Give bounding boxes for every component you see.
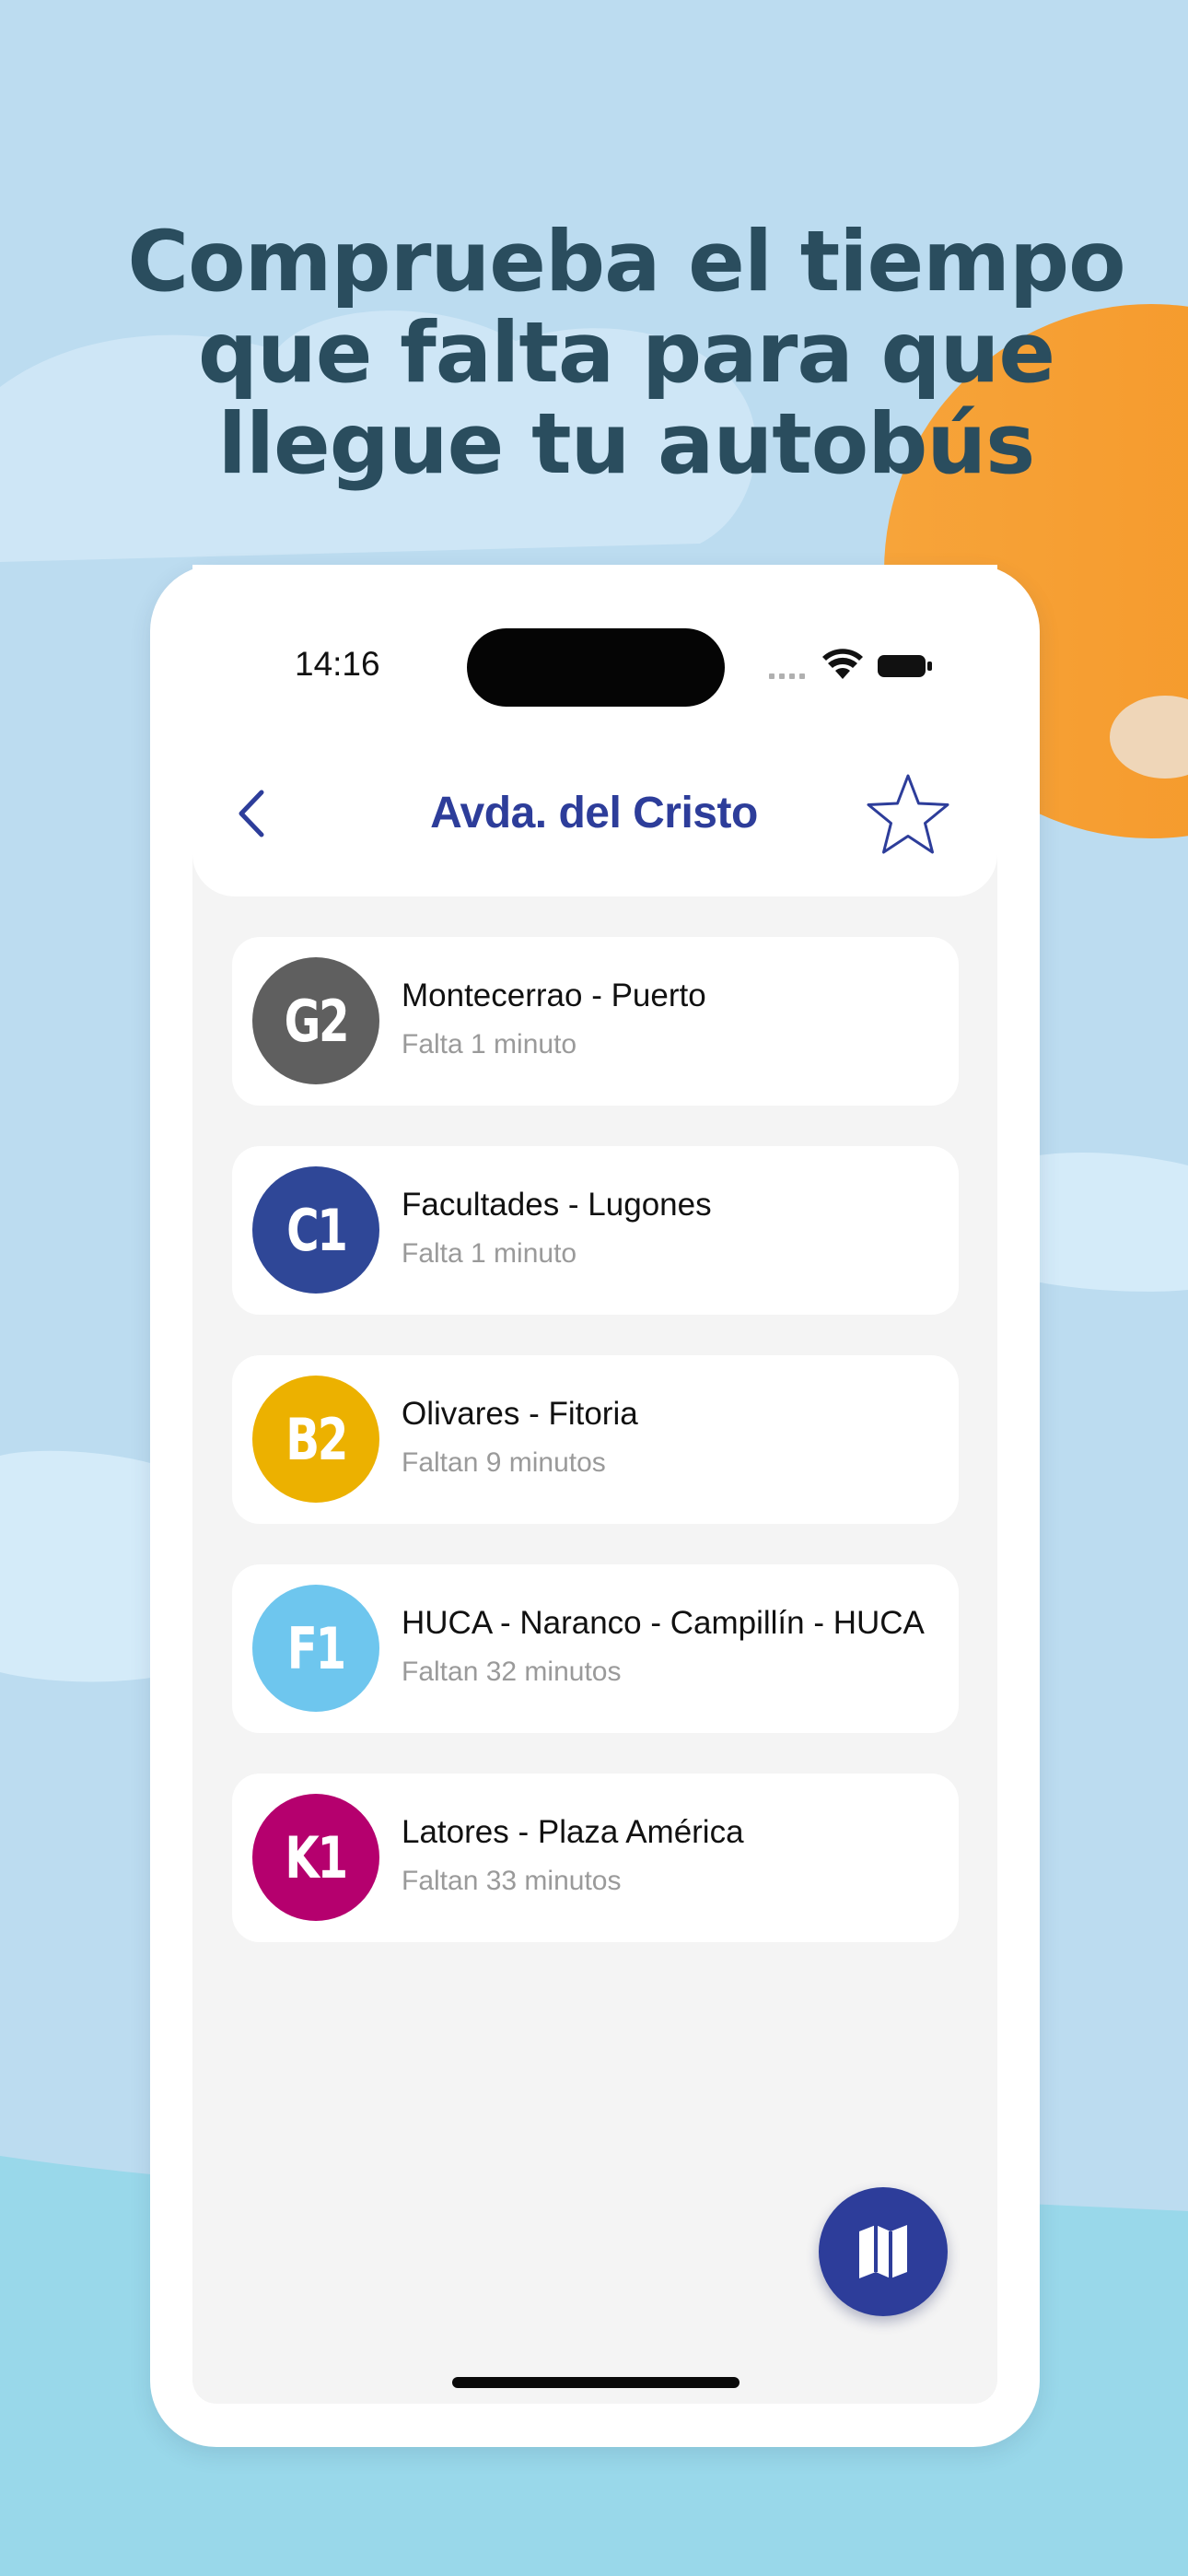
line-card-b2[interactable]: B2 Olivares - Fitoria Faltan 9 minutos [232, 1355, 959, 1524]
line-eta: Faltan 9 minutos [402, 1447, 606, 1478]
status-time: 14:16 [295, 645, 380, 683]
line-badge: F1 [252, 1585, 379, 1712]
line-eta: Falta 1 minuto [402, 1238, 577, 1269]
stop-title: Avda. del Cristo [430, 789, 758, 837]
map-button[interactable] [819, 2187, 948, 2316]
line-card-c1[interactable]: C1 Facultades - Lugones Falta 1 minuto [232, 1146, 959, 1315]
dynamic-island [467, 628, 725, 707]
battery-icon [878, 655, 932, 677]
promo-headline: Comprueba el tiempo que falta para que l… [0, 217, 1188, 490]
line-card-f1[interactable]: F1 HUCA - Naranco - Campillín - HUCA Fal… [232, 1564, 959, 1733]
line-name: Olivares - Fitoria [402, 1396, 638, 1432]
wifi-icon [822, 649, 863, 679]
line-eta: Faltan 33 minutos [402, 1866, 622, 1896]
line-card-g2[interactable]: G2 Montecerrao - Puerto Falta 1 minuto [232, 937, 959, 1106]
line-eta: Faltan 32 minutos [402, 1657, 622, 1687]
map-icon [859, 2225, 907, 2278]
line-badge: B2 [252, 1376, 379, 1503]
headline-line-3: llegue tu autobús [217, 396, 1036, 493]
home-indicator [452, 2377, 740, 2388]
line-badge: C1 [252, 1166, 379, 1294]
line-name: HUCA - Naranco - Campillín - HUCA [402, 1605, 925, 1641]
favorite-button[interactable] [864, 770, 952, 859]
back-button[interactable] [228, 785, 274, 842]
line-badge: G2 [252, 957, 379, 1084]
chevron-left-icon [239, 790, 264, 837]
line-badge: K1 [252, 1794, 379, 1921]
headline-line-2: que falta para que [197, 305, 1055, 402]
headline-line-1: Comprueba el tiempo [127, 214, 1125, 310]
line-name: Latores - Plaza América [402, 1814, 744, 1850]
line-card-k1[interactable]: K1 Latores - Plaza América Faltan 33 min… [232, 1774, 959, 1942]
line-name: Facultades - Lugones [402, 1187, 712, 1223]
status-icons [769, 648, 935, 685]
line-name: Montecerrao - Puerto [402, 978, 706, 1013]
line-eta: Falta 1 minuto [402, 1029, 577, 1060]
cellular-icon [769, 673, 805, 679]
star-outline-icon [867, 774, 949, 854]
